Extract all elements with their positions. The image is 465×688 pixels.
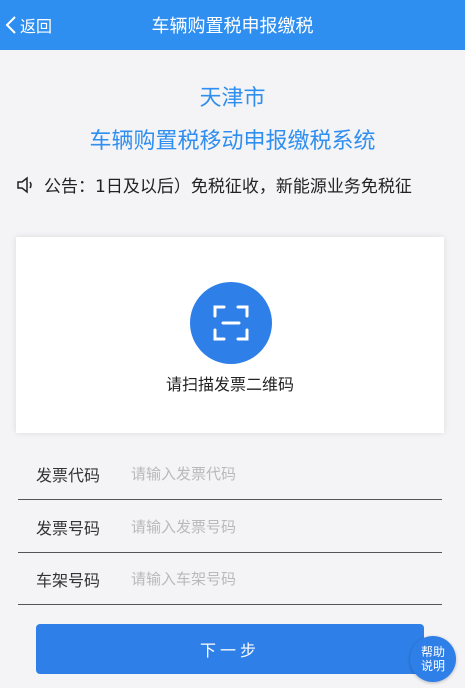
invoice-number-input[interactable] — [131, 518, 421, 536]
invoice-number-field: 发票号码 — [18, 502, 442, 553]
vin-input[interactable] — [131, 570, 421, 588]
scan-label: 请扫描发票二维码 — [165, 375, 294, 394]
system-title: 车辆购置税移动申报缴税系统 — [89, 129, 376, 154]
vin-label: 车架号码 — [36, 571, 101, 590]
announcement-bar: 公告：1日及以后）免税征收，新能源业务免税征 — [16, 172, 465, 197]
invoice-code-field: 发票代码 — [18, 449, 442, 500]
scan-qr-button[interactable] — [190, 282, 272, 364]
scan-card: 请扫描发票二维码 — [16, 237, 444, 433]
invoice-number-label: 发票号码 — [36, 519, 101, 538]
next-step-button[interactable]: 下一步 — [36, 624, 424, 674]
help-label-line1: 帮助 — [420, 645, 445, 659]
invoice-code-input[interactable] — [131, 465, 421, 483]
vin-field: 车架号码 — [18, 554, 442, 605]
help-label-line2: 说明 — [420, 659, 445, 673]
top-nav-bar: 返回 车辆购置税申报缴税 — [0, 0, 465, 50]
speaker-icon — [17, 175, 32, 194]
help-button[interactable]: 帮助 说明 — [410, 636, 456, 682]
invoice-code-label: 发票代码 — [36, 466, 101, 485]
city-title: 天津市 — [199, 86, 266, 111]
announcement-text: 公告：1日及以后）免税征收，新能源业务免税征 — [44, 177, 412, 197]
scan-frame-icon — [213, 305, 249, 341]
nav-title: 车辆购置税申报缴税 — [151, 16, 314, 37]
